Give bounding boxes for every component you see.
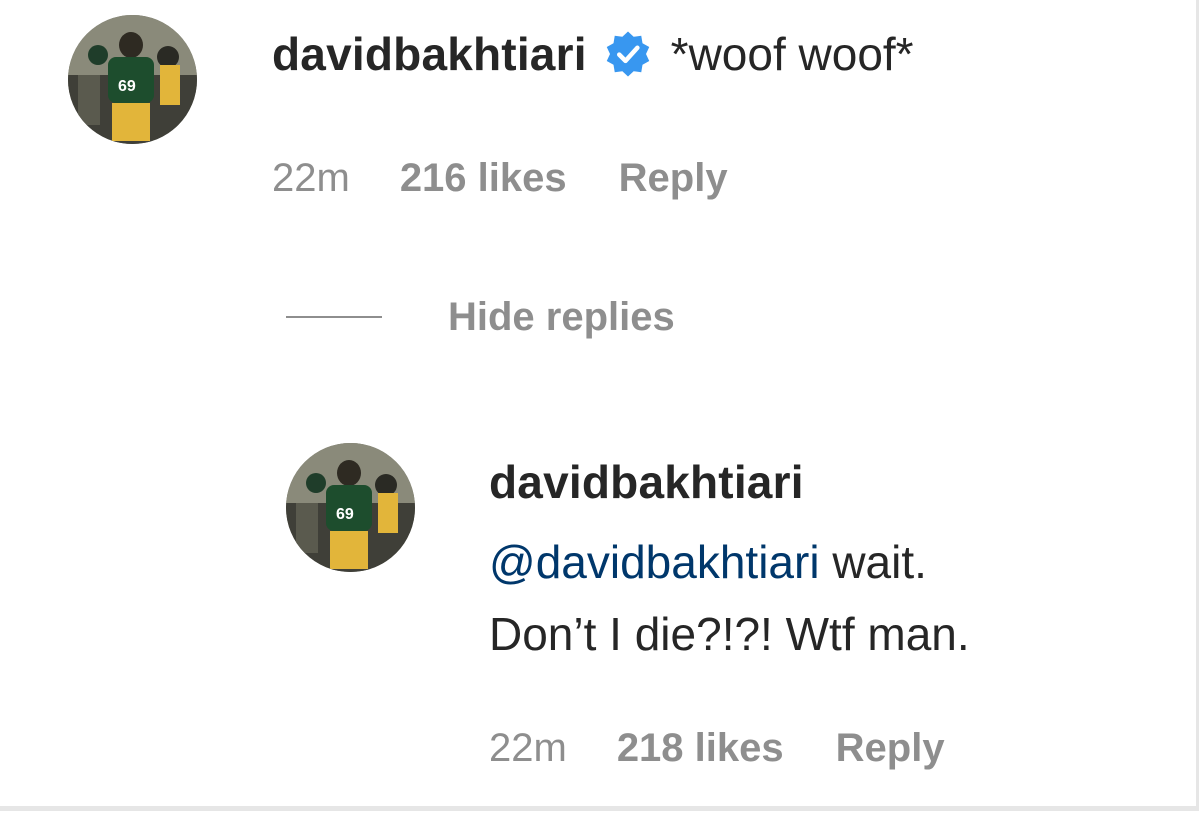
profile-photo-avatar-icon: 69 [68, 15, 197, 144]
comment-reply-button[interactable]: Reply [619, 156, 728, 201]
comment-username[interactable]: davidbakhtiari [272, 27, 587, 81]
replies-divider-line [286, 316, 382, 318]
reply-timestamp[interactable]: 22m [489, 726, 567, 771]
reply-avatar[interactable]: 69 [286, 443, 415, 572]
hide-replies-button[interactable]: Hide replies [286, 292, 675, 342]
reply-text-line1: wait. [819, 536, 927, 588]
reply-text: @davidbakhtiari wait. Don’t I die?!?! Wt… [489, 526, 1129, 670]
profile-photo-avatar-icon: 69 [286, 443, 415, 572]
reply-meta: 22m 218 likes Reply [489, 722, 945, 774]
comment-text: *woof woof* [670, 28, 914, 80]
reply-reply-button[interactable]: Reply [836, 726, 945, 771]
hide-replies-label: Hide replies [448, 294, 675, 339]
reply-header: davidbakhtiari [489, 452, 804, 512]
comment-thread: 69 davidbakhtiari *woof woof* 22m 216 li… [0, 0, 1199, 811]
svg-text:69: 69 [118, 78, 136, 95]
comment-timestamp[interactable]: 22m [272, 156, 350, 201]
comment-header: davidbakhtiari *woof woof* [272, 24, 914, 84]
svg-text:69: 69 [336, 506, 354, 523]
reply-text-line2: Don’t I die?!?! Wtf man. [489, 608, 970, 660]
comment-likes-count[interactable]: 216 likes [400, 156, 567, 201]
reply-mention-link[interactable]: @davidbakhtiari [489, 536, 820, 588]
reply-username[interactable]: davidbakhtiari [489, 456, 804, 508]
verified-badge-icon [603, 29, 653, 79]
commenter-avatar[interactable]: 69 [68, 15, 197, 144]
reply-likes-count[interactable]: 218 likes [617, 726, 784, 771]
comment-meta: 22m 216 likes Reply [272, 152, 728, 204]
